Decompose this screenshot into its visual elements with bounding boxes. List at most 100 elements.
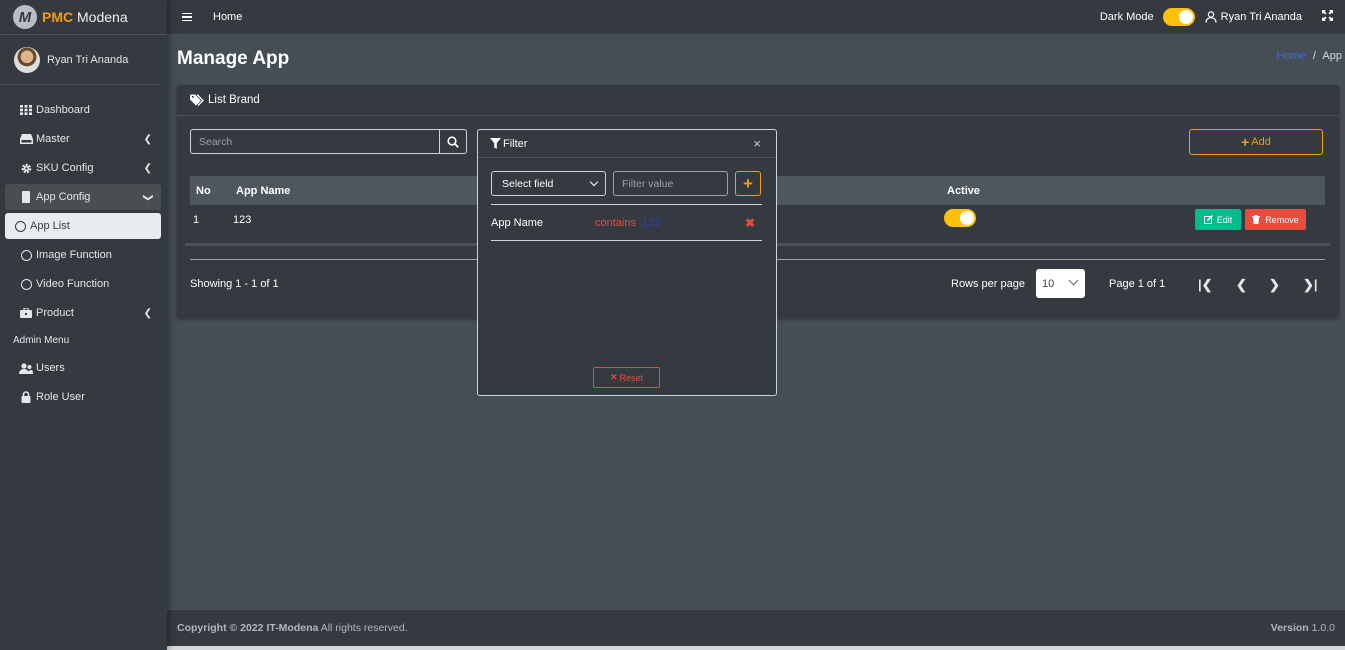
company-link[interactable]: IT-Modena	[266, 622, 318, 634]
sidebar-item-video-function[interactable]: Video Function	[5, 271, 161, 297]
sidebar: M PMC Modena Ryan Tri Ananda Dashboard M…	[0, 0, 167, 650]
sidebar-header-admin: Admin Menu	[13, 335, 70, 346]
chevron-down-icon	[1068, 275, 1079, 286]
user-menu[interactable]: Ryan Tri Ananda	[1205, 11, 1302, 23]
sidebar-item-label: App List	[30, 220, 70, 232]
prev-page-icon[interactable]: ❮	[1236, 277, 1247, 293]
brand-logo: M	[13, 5, 37, 29]
user-icon	[1205, 11, 1217, 23]
filter-field-value: Select field	[502, 177, 554, 190]
breadcrumb: Home / App	[1277, 50, 1343, 62]
users-icon	[19, 362, 33, 374]
active-toggle[interactable]	[944, 209, 976, 227]
page-info: Page 1 of 1	[1109, 278, 1166, 290]
next-page-icon[interactable]: ❯	[1269, 277, 1280, 293]
nav-home-link[interactable]: Home	[213, 11, 242, 23]
sidebar-item-label: App Config	[36, 191, 91, 203]
version-number: 1.0.0	[1308, 622, 1335, 634]
copyright-prefix: Copyright © 2022	[177, 622, 267, 634]
col-header-app-name: App Name	[236, 185, 291, 197]
search-button[interactable]	[439, 129, 467, 154]
col-header-no: No	[196, 185, 211, 197]
close-icon[interactable]: ×	[753, 136, 761, 151]
add-button[interactable]: + Add	[1189, 129, 1323, 155]
reset-button[interactable]: ✕ Reset	[593, 367, 660, 388]
sidebar-user-name: Ryan Tri Ananda	[47, 53, 129, 66]
add-filter-button[interactable]: +	[735, 171, 761, 196]
showing-count: Showing 1 - 1 of 1	[190, 278, 279, 290]
breadcrumb-home-link[interactable]: Home	[1277, 50, 1306, 62]
filter-icon	[490, 138, 501, 149]
footer: Copyright © 2022 IT-Modena All rights re…	[167, 609, 1345, 646]
dark-mode-label: Dark Mode	[1099, 11, 1154, 23]
remove-filter-icon[interactable]: ✖	[745, 216, 755, 230]
top-user-name: Ryan Tri Ananda	[1220, 11, 1302, 23]
copyright: Copyright © 2022 IT-Modena All rights re…	[177, 622, 408, 634]
add-button-label: Add	[1251, 136, 1271, 148]
filter-title: Filter	[503, 137, 528, 150]
breadcrumb-current: App	[1322, 50, 1342, 62]
hdd-icon	[19, 134, 33, 144]
search-group	[190, 129, 467, 154]
user-panel[interactable]: Ryan Tri Ananda	[0, 35, 160, 85]
brand-text: PMC Modena	[42, 9, 128, 25]
brand-link[interactable]: M PMC Modena	[0, 0, 167, 35]
dark-mode-toggle[interactable]	[1162, 8, 1195, 26]
hamburger-menu-icon[interactable]	[182, 11, 192, 24]
sidebar-item-users[interactable]: Users	[5, 355, 161, 381]
card-title: List Brand	[208, 94, 260, 106]
sidebar-item-label: Dashboard	[36, 104, 90, 116]
version: Version 1.0.0	[1271, 622, 1335, 634]
search-input[interactable]	[190, 129, 439, 154]
rows-per-page-select[interactable]: 10	[1036, 269, 1085, 298]
lock-icon	[19, 391, 33, 403]
fullscreen-icon[interactable]	[1322, 10, 1333, 24]
cell-no: 1	[193, 214, 200, 226]
sidebar-item-label: SKU Config	[36, 162, 94, 174]
brand-name-rest: Modena	[73, 9, 128, 25]
sidebar-item-image-function[interactable]: Image Function	[5, 242, 161, 268]
sidebar-nav: Dashboard Master ❮ SKU Config ❮ App Conf…	[0, 97, 167, 410]
version-label: Version	[1270, 622, 1309, 634]
briefcase-icon	[19, 308, 33, 318]
edit-button[interactable]: Edit	[1195, 209, 1241, 230]
filter-field-select[interactable]: Select field	[491, 171, 606, 196]
sidebar-item-label: Users	[36, 362, 65, 374]
sidebar-item-master[interactable]: Master ❮	[5, 126, 161, 152]
chevron-down-icon: ❮	[142, 192, 154, 202]
filter-header: Filter	[478, 130, 776, 158]
search-icon	[447, 135, 459, 148]
remove-button[interactable]: Remove	[1245, 209, 1306, 230]
avatar	[14, 46, 40, 73]
sidebar-item-product[interactable]: Product ❮	[5, 300, 161, 326]
sidebar-item-role-user[interactable]: Role User	[5, 384, 161, 410]
tags-icon	[190, 94, 204, 106]
cell-app-name: 123	[233, 214, 252, 226]
last-page-icon[interactable]: ❯|	[1303, 277, 1318, 293]
sidebar-item-app-config[interactable]: App Config ❮	[5, 184, 161, 210]
divider	[491, 240, 762, 241]
filter-rule-field: App Name	[491, 217, 543, 229]
sidebar-item-app-list[interactable]: App List	[5, 213, 161, 239]
page-title: Manage App	[177, 48, 290, 69]
close-icon: ✕	[609, 372, 618, 382]
rows-per-page-value: 10	[1042, 277, 1055, 290]
first-page-icon[interactable]: |❮	[1198, 277, 1213, 293]
gear-icon	[19, 163, 33, 174]
filter-value-input[interactable]: Filter value	[613, 171, 728, 196]
filter-rule-value: 123	[642, 217, 661, 229]
col-header-active: Active	[947, 185, 981, 197]
circle-icon	[19, 278, 33, 290]
chevron-down-icon	[589, 177, 599, 187]
circle-icon	[13, 220, 27, 232]
filter-popup: Filter × Select field Filter value + App…	[477, 129, 777, 396]
sidebar-item-label: Image Function	[36, 249, 112, 261]
card-header: List Brand	[177, 85, 1339, 116]
sidebar-item-label: Video Function	[36, 278, 110, 290]
sidebar-item-label: Master	[36, 133, 70, 145]
sidebar-item-dashboard[interactable]: Dashboard	[5, 97, 161, 123]
edit-button-label: Edit	[1216, 214, 1233, 225]
chevron-left-icon: ❮	[143, 133, 152, 145]
breadcrumb-separator: /	[1312, 50, 1316, 62]
sidebar-item-sku-config[interactable]: SKU Config ❮	[5, 155, 161, 181]
